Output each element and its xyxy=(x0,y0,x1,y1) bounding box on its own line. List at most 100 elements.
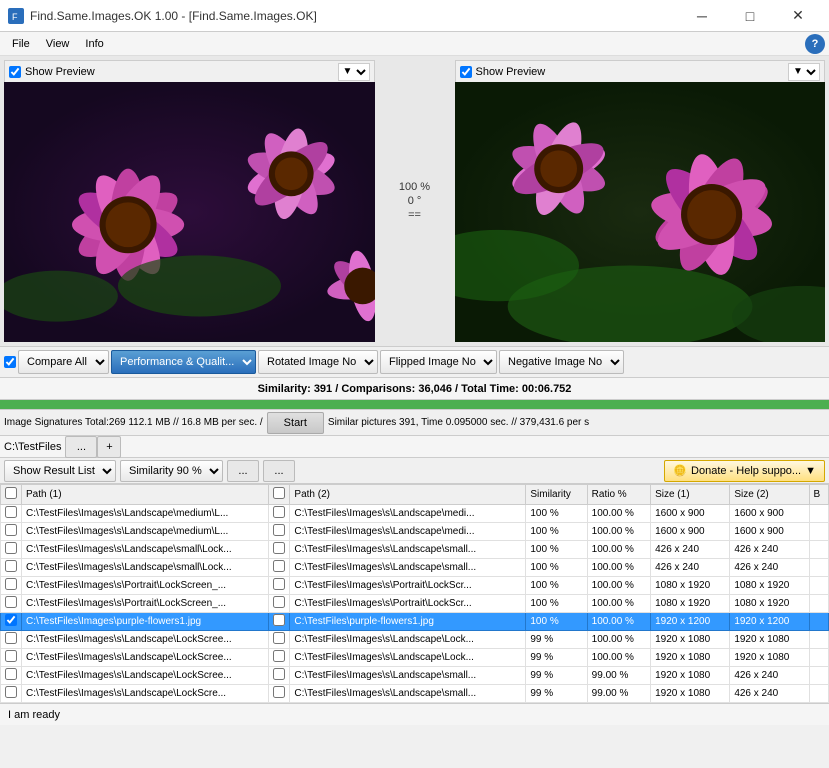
row-check2-checkbox[interactable] xyxy=(273,668,285,680)
row-b xyxy=(809,505,828,523)
row-path1: C:\TestFiles\Images\s\Landscape\small\Lo… xyxy=(22,559,269,577)
row-path1: C:\TestFiles\Images\s\Landscape\medium\L… xyxy=(22,523,269,541)
row-check1-checkbox[interactable] xyxy=(5,650,17,662)
similarity-bar: Similarity: 391 / Comparisons: 36,046 / … xyxy=(0,378,829,400)
row-check2-checkbox[interactable] xyxy=(273,614,285,626)
row-check2-checkbox[interactable] xyxy=(273,596,285,608)
similarity-dropdown[interactable]: Similarity 90 % xyxy=(120,460,223,482)
table-row[interactable]: C:\TestFiles\Images\s\Landscape\medium\L… xyxy=(1,505,829,523)
preview-left-dropdown[interactable]: ▼ xyxy=(338,63,370,81)
row-path1: C:\TestFiles\Images\s\Portrait\LockScree… xyxy=(22,595,269,613)
show-preview-right-checkbox[interactable] xyxy=(460,66,472,78)
row-ratio: 99.00 % xyxy=(587,667,650,685)
row-check2-checkbox[interactable] xyxy=(273,524,285,536)
row-path2: C:\TestFiles\Images\s\Landscape\small... xyxy=(290,559,526,577)
row-check1-checkbox[interactable] xyxy=(5,506,17,518)
row-check2-cell xyxy=(269,613,290,631)
row-check1-checkbox[interactable] xyxy=(5,614,17,626)
row-check2-checkbox[interactable] xyxy=(273,506,285,518)
row-check1-checkbox[interactable] xyxy=(5,596,17,608)
row-check1-cell xyxy=(1,541,22,559)
preview-image-right xyxy=(455,82,826,342)
row-size2: 1600 x 900 xyxy=(730,505,809,523)
row-check2-checkbox[interactable] xyxy=(273,686,285,698)
row-ratio: 100.00 % xyxy=(587,613,650,631)
row-size2: 1080 x 1920 xyxy=(730,595,809,613)
col-header-size1[interactable]: Size (1) xyxy=(651,485,730,505)
row-size1: 426 x 240 xyxy=(651,559,730,577)
rotation-degrees: 0 ° xyxy=(408,195,422,207)
row-check2-checkbox[interactable] xyxy=(273,560,285,572)
row-check1-checkbox[interactable] xyxy=(5,560,17,572)
flipped-image-dropdown[interactable]: Flipped Image No xyxy=(380,350,497,374)
select-all-1-checkbox[interactable] xyxy=(5,487,17,499)
table-row[interactable]: C:\TestFiles\Images\s\Portrait\LockScree… xyxy=(1,595,829,613)
row-check2-cell xyxy=(269,667,290,685)
row-size2: 1920 x 1080 xyxy=(730,631,809,649)
col-header-check1 xyxy=(1,485,22,505)
start-button[interactable]: Start xyxy=(267,412,324,434)
row-check2-checkbox[interactable] xyxy=(273,632,285,644)
row-ratio: 100.00 % xyxy=(587,523,650,541)
table-container[interactable]: Path (1) Path (2) Similarity Ratio % Siz… xyxy=(0,484,829,703)
row-check2-checkbox[interactable] xyxy=(273,542,285,554)
row-ratio: 100.00 % xyxy=(587,559,650,577)
table-row[interactable]: C:\TestFiles\Images\s\Landscape\medium\L… xyxy=(1,523,829,541)
preview-right-dropdown[interactable]: ▼ xyxy=(788,63,820,81)
compare-all-dropdown[interactable]: Compare All xyxy=(18,350,109,374)
performance-dropdown[interactable]: Performance & Qualit... xyxy=(111,350,256,374)
table-row[interactable]: C:\TestFiles\Images\s\Landscape\small\Lo… xyxy=(1,541,829,559)
negative-image-dropdown[interactable]: Negative Image No xyxy=(499,350,624,374)
select-all-2-checkbox[interactable] xyxy=(273,487,285,499)
results-dots2-button[interactable]: ... xyxy=(263,460,295,482)
row-check1-checkbox[interactable] xyxy=(5,668,17,680)
menu-info[interactable]: Info xyxy=(77,36,111,52)
col-header-path2[interactable]: Path (2) xyxy=(290,485,526,505)
maximize-button[interactable]: □ xyxy=(727,0,773,32)
menu-view[interactable]: View xyxy=(38,36,78,52)
col-header-b[interactable]: B xyxy=(809,485,828,505)
show-preview-left-checkbox[interactable] xyxy=(9,66,21,78)
close-button[interactable]: ✕ xyxy=(775,0,821,32)
menu-file[interactable]: File xyxy=(4,36,38,52)
preview-panel-right: Show Preview ▼ xyxy=(455,60,826,342)
row-ratio: 100.00 % xyxy=(587,631,650,649)
row-b xyxy=(809,559,828,577)
table-row[interactable]: C:\TestFiles\Images\s\Landscape\LockScre… xyxy=(1,631,829,649)
show-result-list-dropdown[interactable]: Show Result List xyxy=(4,460,116,482)
rotated-image-dropdown[interactable]: Rotated Image No xyxy=(258,350,378,374)
app-icon: F xyxy=(8,8,24,24)
title-bar: F Find.Same.Images.OK 1.00 - [Find.Same.… xyxy=(0,0,829,32)
col-header-similarity[interactable]: Similarity xyxy=(526,485,587,505)
row-check2-checkbox[interactable] xyxy=(273,578,285,590)
donate-button[interactable]: 🪙 Donate - Help suppo... ▼ xyxy=(664,460,825,482)
row-check1-checkbox[interactable] xyxy=(5,542,17,554)
table-row[interactable]: C:\TestFiles\Images\s\Landscape\LockScre… xyxy=(1,667,829,685)
table-row[interactable]: C:\TestFiles\Images\s\Landscape\LockScre… xyxy=(1,685,829,703)
row-check1-checkbox[interactable] xyxy=(5,686,17,698)
table-row[interactable]: C:\TestFiles\Images\s\Landscape\small\Lo… xyxy=(1,559,829,577)
col-header-size2[interactable]: Size (2) xyxy=(730,485,809,505)
path-add-button[interactable]: + xyxy=(97,436,121,458)
col-header-path1[interactable]: Path (1) xyxy=(22,485,269,505)
row-check1-checkbox[interactable] xyxy=(5,632,17,644)
table-row[interactable]: C:\TestFiles\Images\s\Landscape\LockScre… xyxy=(1,649,829,667)
row-check2-checkbox[interactable] xyxy=(273,650,285,662)
compare-all-checkbox[interactable] xyxy=(4,356,16,368)
table-row[interactable]: C:\TestFiles\Images\purple-flowers1.jpg … xyxy=(1,613,829,631)
help-icon[interactable]: ? xyxy=(805,34,825,54)
row-check1-checkbox[interactable] xyxy=(5,578,17,590)
row-path2: C:\TestFiles\Images\s\Landscape\medi... xyxy=(290,523,526,541)
path-browse-button[interactable]: ... xyxy=(65,436,97,458)
path-row: C:\TestFiles ... + xyxy=(0,436,829,458)
col-header-ratio[interactable]: Ratio % xyxy=(587,485,650,505)
row-check1-checkbox[interactable] xyxy=(5,524,17,536)
row-check1-cell xyxy=(1,631,22,649)
table-row[interactable]: C:\TestFiles\Images\s\Portrait\LockScree… xyxy=(1,577,829,595)
row-check1-cell xyxy=(1,685,22,703)
donate-text: Donate - Help suppo... xyxy=(691,465,801,477)
minimize-button[interactable]: ─ xyxy=(679,0,725,32)
row-check1-cell xyxy=(1,523,22,541)
results-dots1-button[interactable]: ... xyxy=(227,460,259,482)
row-check1-cell xyxy=(1,667,22,685)
